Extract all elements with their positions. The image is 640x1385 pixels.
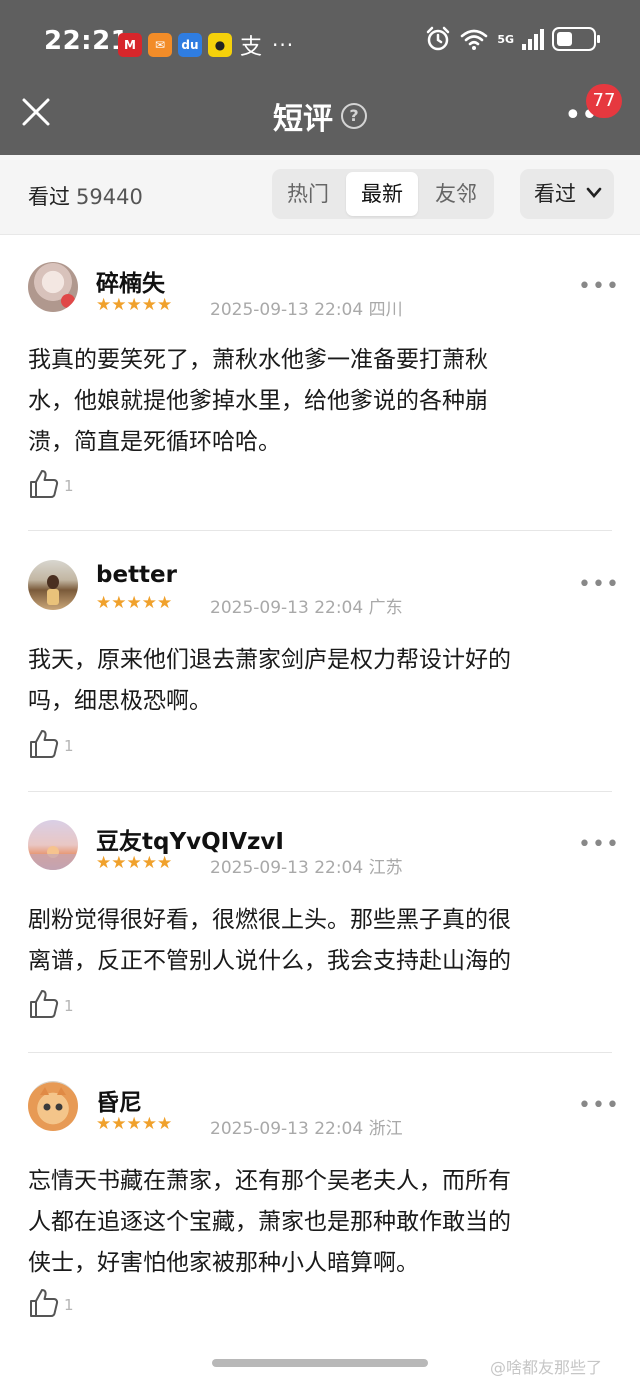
review-location: 浙江 <box>368 1119 403 1139</box>
review-more-icon[interactable]: ••• <box>578 274 620 299</box>
review-meta: 2025-09-13 22:04 四川 <box>210 295 403 320</box>
like-button[interactable]: 1 <box>28 988 74 1020</box>
like-count: 1 <box>64 477 74 495</box>
avatar[interactable] <box>28 1081 78 1131</box>
avatar[interactable] <box>28 820 78 870</box>
tab-hot[interactable]: 热门 <box>272 169 344 219</box>
review-more-icon[interactable]: ••• <box>578 572 620 597</box>
review-date: 2025-09-13 22:04 <box>210 1119 364 1139</box>
page-title: 短评? <box>0 94 640 138</box>
username[interactable]: 昏尼 <box>96 1083 142 1117</box>
food-app-icon: ● <box>208 33 232 57</box>
divider <box>28 1052 612 1053</box>
thumbs-up-icon <box>30 1289 59 1317</box>
watched-filter-dropdown[interactable]: 看过 <box>520 169 614 219</box>
divider <box>28 530 612 531</box>
review-item: 豆友tqYvQIVzvI ★★★★★ 2025-09-13 22:04 江苏 •… <box>0 820 640 1050</box>
more-notifications-icon: ··· <box>272 33 295 57</box>
avatar[interactable] <box>28 262 78 312</box>
like-count: 1 <box>64 997 74 1015</box>
signal-icon <box>522 28 544 50</box>
thumbs-up-icon <box>30 990 59 1018</box>
review-location: 江苏 <box>368 858 403 878</box>
review-meta: 2025-09-13 22:04 浙江 <box>210 1114 403 1139</box>
rating-stars: ★★★★★ <box>96 1114 173 1134</box>
app-header: 22:21 M ✉ du ● 支 ··· 5G 短评 ? •• 77 <box>0 0 640 155</box>
username[interactable]: 豆友tqYvQIVzvI <box>96 822 284 856</box>
like-button[interactable]: 1 <box>28 1287 74 1319</box>
tab-latest[interactable]: 最新 <box>346 172 418 216</box>
system-icons: 5G <box>425 26 600 52</box>
rating-stars: ★★★★★ <box>96 853 173 873</box>
review-item: 昏尼 ★★★★★ 2025-09-13 22:04 浙江 ••• 忘情天书藏在萧… <box>0 1081 640 1341</box>
review-text: 忘情天书藏在萧家，还有那个吴老夫人，而所有 人都在追逐这个宝藏，萧家也是那种敢作… <box>28 1168 511 1276</box>
filter-toolbar: 看过 59440 热门 最新 友邻 看过 <box>0 155 640 235</box>
rating-stars: ★★★★★ <box>96 295 173 315</box>
like-count: 1 <box>64 1296 74 1314</box>
chevron-down-icon <box>586 187 602 198</box>
review-meta: 2025-09-13 22:04 广东 <box>210 593 403 618</box>
notification-icons: M ✉ du ● 支 ··· <box>118 29 294 61</box>
help-icon[interactable]: ? <box>341 103 367 129</box>
alarm-icon <box>427 26 450 51</box>
review-date: 2025-09-13 22:04 <box>210 300 364 320</box>
bank-app-icon: M <box>118 33 142 57</box>
review-date: 2025-09-13 22:04 <box>210 598 364 618</box>
status-bar: 22:21 M ✉ du ● 支 ··· 5G <box>0 0 640 80</box>
nav-bar: 短评? •• 77 <box>0 80 640 150</box>
network-type: 5G <box>497 32 514 46</box>
watermark: @啥都友那些了 <box>490 1358 603 1377</box>
thumbs-up-icon <box>30 470 59 498</box>
battery-icon <box>552 27 600 51</box>
review-text: 我真的要笑死了，萧秋水他爹一准备要打萧秋 水，他娘就提他爹掉水里，给他爹说的各种… <box>28 347 488 455</box>
review-more-icon[interactable]: ••• <box>578 1093 620 1118</box>
seen-count: 59440 <box>76 185 143 209</box>
tab-friends[interactable]: 友邻 <box>420 169 492 219</box>
divider <box>28 791 612 792</box>
seen-count-label: 看过 59440 <box>28 185 143 209</box>
status-time: 22:21 <box>44 26 130 56</box>
wifi-icon <box>461 29 488 50</box>
review-date: 2025-09-13 22:04 <box>210 858 364 878</box>
baidu-app-icon: du <box>178 33 202 57</box>
thumbs-up-icon <box>30 730 59 758</box>
review-meta: 2025-09-13 22:04 江苏 <box>210 853 403 878</box>
like-button[interactable]: 1 <box>28 468 74 500</box>
home-indicator[interactable] <box>212 1359 428 1367</box>
like-count: 1 <box>64 737 74 755</box>
review-item: better ★★★★★ 2025-09-13 22:04 广东 ••• 我天，… <box>0 560 640 790</box>
review-location: 广东 <box>368 598 403 618</box>
sort-segmented-control: 热门 最新 友邻 <box>272 169 494 219</box>
rating-stars: ★★★★★ <box>96 593 173 613</box>
review-more-icon[interactable]: ••• <box>578 832 620 857</box>
alipay-icon: 支 <box>240 35 263 60</box>
review-item: 碎楠失 ★★★★★ 2025-09-13 22:04 四川 ••• 我真的要笑死… <box>0 262 640 532</box>
review-location: 四川 <box>368 300 403 320</box>
like-button[interactable]: 1 <box>28 728 74 760</box>
review-text: 我天，原来他们退去萧家剑庐是权力帮设计好的 吗，细思极恐啊。 <box>28 647 511 714</box>
username[interactable]: 碎楠失 <box>96 264 165 298</box>
battery-level <box>557 32 572 46</box>
review-text: 剧粉觉得很好看，很燃很上头。那些黑子真的很 离谱，反正不管别人说什么，我会支持赴… <box>28 907 511 974</box>
notification-badge: 77 <box>586 84 622 118</box>
username[interactable]: better <box>96 562 177 588</box>
shop-app-icon: ✉ <box>148 33 172 57</box>
avatar[interactable] <box>28 560 78 610</box>
